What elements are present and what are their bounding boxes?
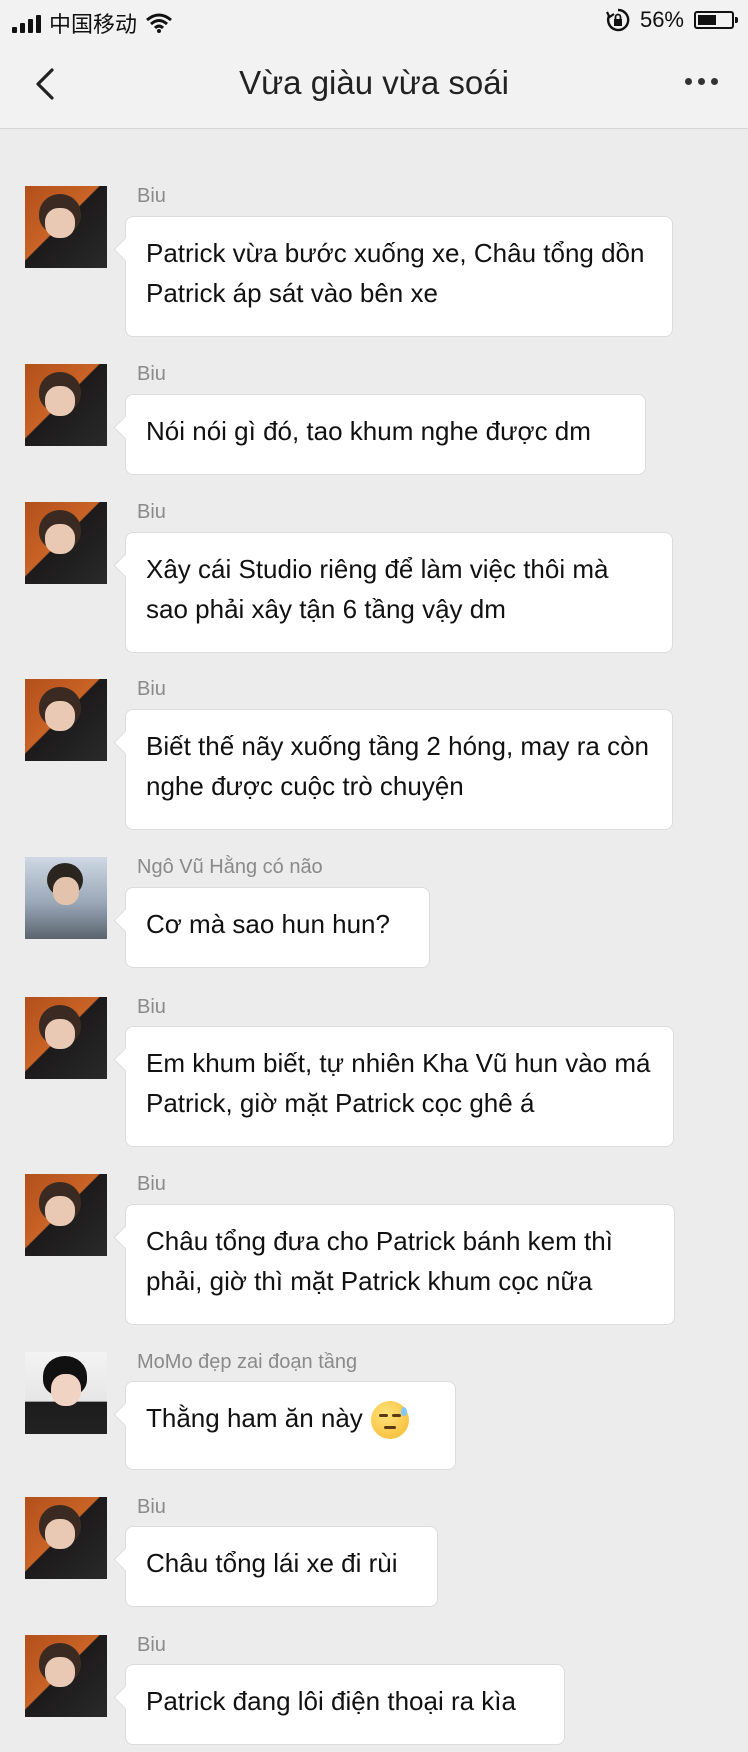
status-bar: 中国移动 56%: [0, 0, 748, 42]
sender-name: Biu: [137, 185, 166, 207]
avatar[interactable]: [25, 502, 107, 584]
sender-name: Biu: [137, 363, 166, 385]
avatar[interactable]: [25, 857, 107, 939]
sender-name: Biu: [137, 678, 166, 700]
sender-name: MoMo đẹp zai đoạn tầng: [137, 1351, 358, 1373]
message-bubble[interactable]: Biết thế nãy xuống tầng 2 hóng, may ra c…: [125, 709, 673, 830]
message-bubble[interactable]: Cơ mà sao hun hun?: [125, 887, 430, 968]
avatar[interactable]: [25, 1174, 107, 1256]
status-left: 中国移动: [12, 7, 173, 39]
sender-name: Biu: [137, 501, 166, 523]
sender-name: Biu: [137, 1173, 166, 1195]
sender-name: Biu: [137, 996, 166, 1018]
wifi-icon: [146, 13, 172, 33]
message-bubble[interactable]: Châu tổng lái xe đi rùi: [125, 1526, 438, 1607]
avatar[interactable]: [25, 1635, 107, 1717]
rotation-lock-icon: [605, 8, 630, 32]
message-bubble[interactable]: Thằng ham ăn này: [125, 1381, 456, 1470]
carrier-name: 中国移动: [49, 12, 138, 37]
status-right: 56%: [605, 7, 738, 33]
battery-icon: [694, 11, 738, 29]
message-bubble[interactable]: Xây cái Studio riêng để làm việc thôi mà…: [125, 532, 673, 653]
message-bubble[interactable]: Em khum biết, tự nhiên Kha Vũ hun vào má…: [125, 1026, 674, 1147]
battery-fill: [698, 15, 716, 25]
message-bubble[interactable]: Patrick vừa bước xuống xe, Châu tổng dồn…: [125, 216, 673, 337]
avatar[interactable]: [25, 364, 107, 446]
battery-percent: 56%: [639, 7, 684, 32]
avatar[interactable]: [25, 1352, 107, 1434]
message-bubble[interactable]: Châu tổng đưa cho Patrick bánh kem thì p…: [125, 1204, 675, 1325]
sender-name: Biu: [137, 1496, 166, 1518]
more-icon[interactable]: [685, 78, 718, 85]
avatar[interactable]: [25, 679, 107, 761]
message-text: Thằng ham ăn này: [146, 1403, 363, 1433]
sender-name: Ngô Vũ Hằng có não: [137, 856, 323, 878]
nav-bar: Vừa giàu vừa soái: [0, 42, 748, 129]
message-bubble[interactable]: Patrick đang lôi điện thoại ra kìa: [125, 1664, 565, 1745]
signal-icon: [12, 13, 41, 33]
avatar[interactable]: [25, 186, 107, 268]
chat-title: Vừa giàu vừa soái: [239, 64, 509, 101]
avatar[interactable]: [25, 1497, 107, 1579]
sender-name: Biu: [137, 1634, 166, 1656]
message-bubble[interactable]: Nói nói gì đó, tao khum nghe được dm: [125, 394, 646, 475]
sweat-smile-emoji: [370, 1401, 409, 1440]
avatar[interactable]: [25, 997, 107, 1079]
